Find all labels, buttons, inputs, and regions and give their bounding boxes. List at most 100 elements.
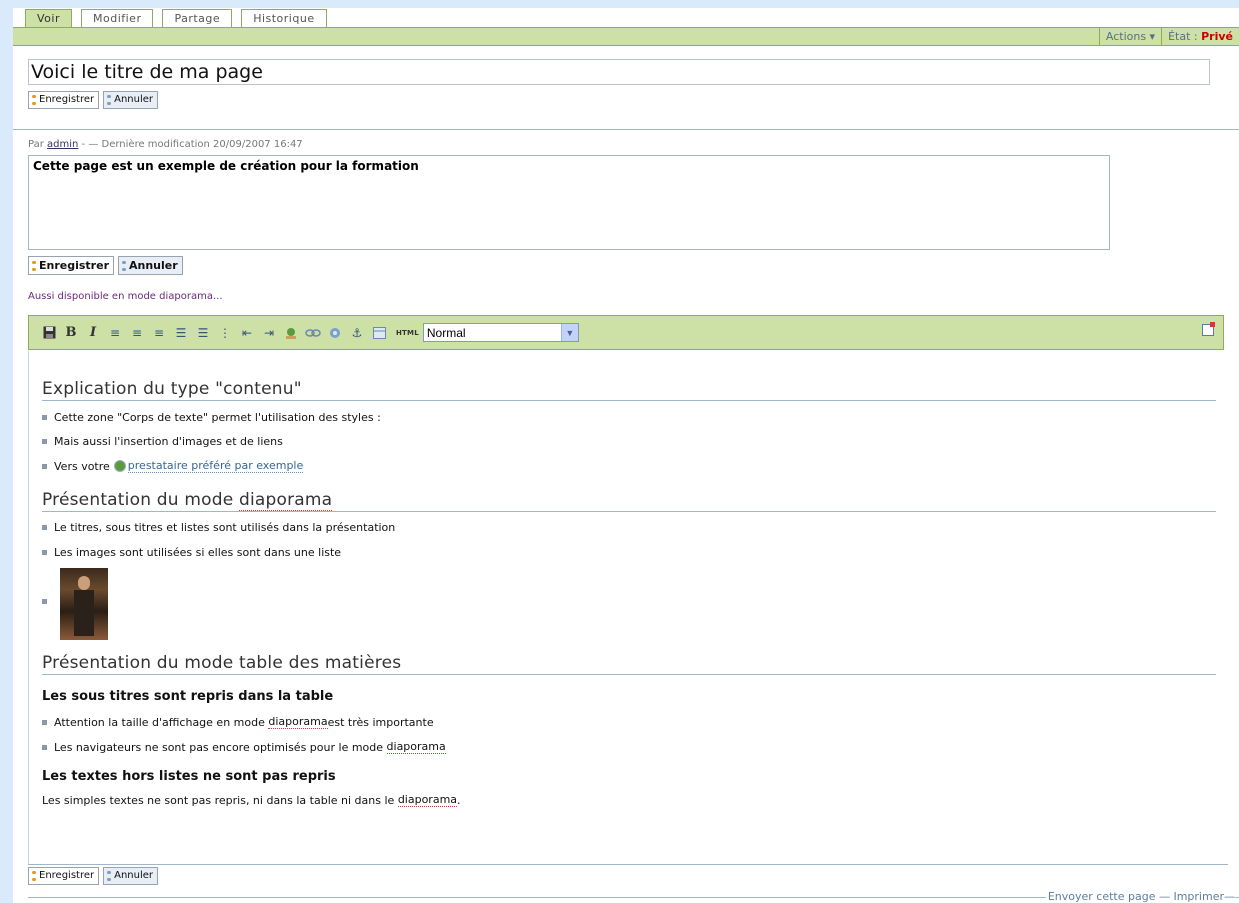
cancel-label: Annuler (114, 870, 154, 881)
provider-link[interactable]: prestataire préféré par exemple (127, 459, 304, 473)
list-item: Le titres, sous titres et listes sont ut… (42, 521, 395, 534)
title-button-row: Enregistrer Annuler (28, 91, 159, 109)
bottom-button-row: Enregistrer Annuler (28, 867, 159, 885)
save-button[interactable]: Enregistrer (28, 91, 100, 109)
insert-link-icon[interactable] (302, 324, 324, 342)
print-link[interactable]: Imprimer (1173, 890, 1224, 903)
list-item-text: Vers votre (54, 459, 110, 473)
paragraph-text: . (457, 793, 461, 807)
save-bottom-button[interactable]: Enregistrer (28, 867, 100, 885)
italic-icon[interactable]: I (82, 324, 104, 342)
bullet-icon (42, 550, 47, 555)
list-item-text: Cette zone "Corps de texte" permet l'uti… (54, 411, 381, 424)
style-select-value: Normal (426, 325, 466, 340)
inserted-photo[interactable] (60, 568, 108, 640)
description-button-row: Enregistrer Annuler (28, 256, 183, 275)
save-icon (32, 871, 36, 881)
save-label: Enregistrer (39, 94, 95, 105)
bullet-icon (42, 525, 47, 530)
title-input[interactable]: Voici le titre de ma page (28, 59, 1210, 85)
list-item (42, 599, 54, 604)
list-item-text: Mais aussi l'insertion d'images et de li… (54, 435, 283, 448)
indent-icon[interactable]: ⇥ (258, 324, 280, 342)
save-label: Enregistrer (39, 258, 109, 272)
list-item-text: Attention la taille d'affichage en mode (54, 715, 265, 729)
heading-spellcheck-word: diaporama (238, 490, 333, 511)
divider (13, 129, 1239, 130)
align-left-icon[interactable]: ≡ (104, 324, 126, 342)
paragraph-text: Les simples textes ne sont pas repris, n… (42, 793, 395, 807)
html-source-button[interactable]: HTML (396, 329, 419, 337)
list-item: Vers votre prestataire préféré par exemp… (42, 459, 304, 473)
external-link-icon[interactable] (324, 324, 346, 342)
byline: Par admin - — Dernière modification 20/0… (28, 139, 303, 150)
spellcheck-word: diaporama (397, 793, 458, 807)
tab-partage[interactable]: Partage (162, 9, 233, 28)
description-textarea[interactable]: Cette page est un exemple de création po… (28, 155, 1110, 250)
insert-image-icon[interactable] (280, 324, 302, 342)
content-actions-bar: Actions ▾ État : Privé (13, 27, 1239, 46)
cancel-description-button[interactable]: Annuler (118, 256, 183, 275)
editor-content[interactable]: Explication du type "contenu" Cette zone… (28, 351, 1228, 864)
bullet-icon (42, 599, 47, 604)
tab-historique[interactable]: Historique (241, 9, 327, 28)
heading-text: Présentation du mode (42, 490, 239, 510)
editor-toolbar: B I ≡ ≡ ≡ ☰ ☰ ⋮ ⇤ ⇥ ⚓ HTML Normal ▼ (28, 315, 1224, 350)
list-item-text: Les navigateurs ne sont pas encore optim… (54, 740, 384, 754)
divider (28, 864, 1228, 865)
outdent-icon[interactable]: ⇤ (236, 324, 258, 342)
paragraph: Les simples textes ne sont pas repris, n… (42, 793, 461, 807)
save-icon (32, 260, 36, 271)
subheading-textes-hors-listes: Les textes hors listes ne sont pas repri… (42, 769, 336, 784)
paragraph-style-select[interactable]: Normal ▼ (422, 323, 579, 342)
list-item: Les images sont utilisées si elles sont … (42, 546, 341, 559)
state-label: État : (1168, 30, 1198, 43)
definition-list-icon[interactable]: ⋮ (214, 324, 236, 342)
tab-modifier[interactable]: Modifier (80, 9, 154, 28)
cancel-icon (107, 871, 112, 881)
insert-table-icon[interactable] (368, 324, 390, 342)
save-description-button[interactable]: Enregistrer (28, 256, 114, 275)
save-icon (32, 95, 36, 105)
align-right-icon[interactable]: ≡ (148, 324, 170, 342)
list-item-text: Les images sont utilisées si elles sont … (54, 546, 342, 559)
spellcheck-word: diaporama (386, 740, 446, 754)
tab-voir[interactable]: Voir (25, 9, 72, 28)
author-link[interactable]: admin (47, 139, 78, 150)
ordered-list-icon[interactable]: ☰ (170, 324, 192, 342)
cancel-label: Annuler (114, 94, 154, 105)
fullscreen-icon[interactable] (1202, 322, 1215, 336)
list-item: Les navigateurs ne sont pas encore optim… (42, 740, 446, 754)
bullet-icon (42, 439, 47, 444)
list-item-text: est très importante (327, 715, 434, 729)
list-item: Cette zone "Corps de texte" permet l'uti… (42, 411, 381, 424)
bold-icon[interactable]: B (60, 324, 82, 342)
unordered-list-icon[interactable]: ☰ (192, 324, 214, 342)
list-item: Mais aussi l'insertion d'images et de li… (42, 435, 283, 448)
spellcheck-word: diaporama (268, 715, 328, 729)
cancel-label: Annuler (129, 258, 178, 272)
cancel-icon (122, 260, 126, 271)
cancel-bottom-button[interactable]: Annuler (103, 867, 159, 885)
align-center-icon[interactable]: ≡ (126, 324, 148, 342)
slideshow-link[interactable]: Aussi disponible en mode diaporama... (28, 291, 223, 302)
chevron-down-icon[interactable]: ▼ (560, 324, 578, 341)
state-value: Privé (1201, 30, 1233, 43)
heading-table-matieres: Présentation du mode table des matières (42, 652, 1216, 675)
heading-diaporama: Présentation du mode diaporama (42, 489, 1216, 512)
bullet-icon (42, 744, 47, 750)
byline-suffix: - — Dernière modification 20/09/2007 16:… (81, 139, 303, 150)
subheading-sous-titres: Les sous titres sont repris dans la tabl… (42, 689, 334, 704)
send-page-link[interactable]: Envoyer cette page (1048, 890, 1156, 903)
save-label: Enregistrer (39, 870, 95, 881)
bullet-icon (42, 463, 47, 469)
globe-icon (113, 460, 126, 472)
byline-prefix: Par (28, 139, 44, 150)
anchor-icon[interactable]: ⚓ (346, 324, 368, 342)
cancel-icon (107, 95, 112, 105)
state-menu[interactable]: État : Privé (1161, 28, 1239, 45)
save-disk-icon[interactable] (38, 324, 60, 342)
actions-menu[interactable]: Actions ▾ (1098, 28, 1161, 45)
cancel-button[interactable]: Annuler (103, 91, 159, 109)
bullet-icon (42, 415, 47, 420)
